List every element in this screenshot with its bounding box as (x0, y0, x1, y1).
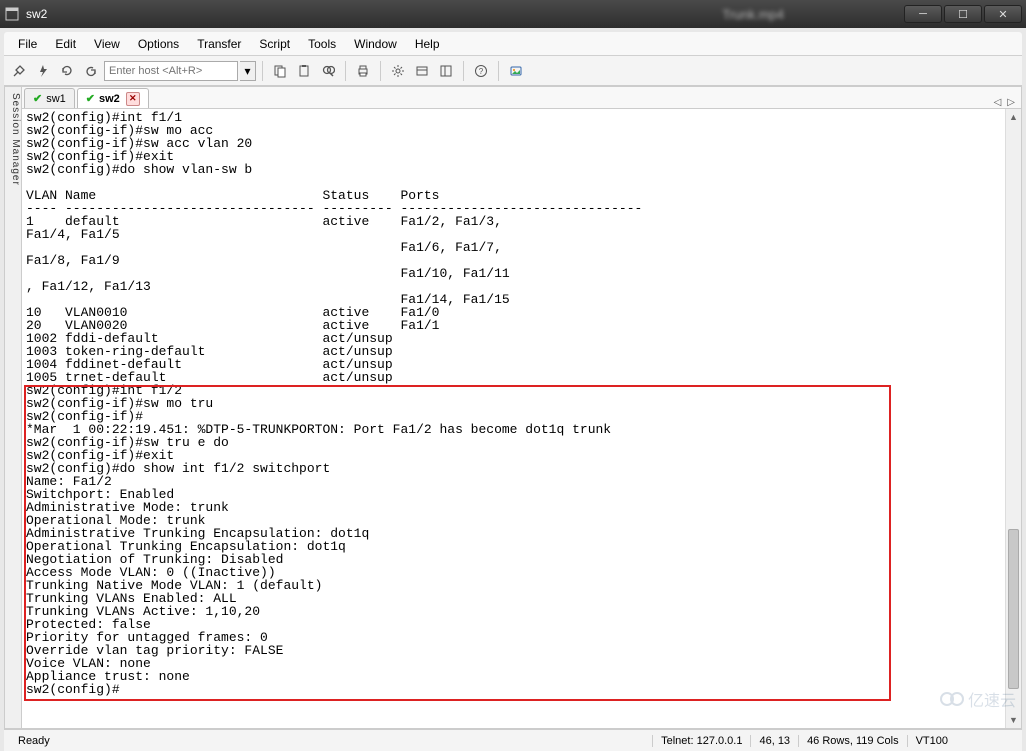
vertical-scrollbar[interactable]: ▲ ▼ (1005, 109, 1021, 728)
disconnect-icon[interactable] (80, 60, 102, 82)
title-bar: sw2 Trunk.mp4 ─ ☐ ✕ (0, 0, 1026, 28)
status-connection: Telnet: 127.0.0.1 (652, 735, 750, 747)
tab-sw2[interactable]: ✔ sw2 ✕ (77, 88, 149, 108)
menu-tools[interactable]: Tools (300, 35, 344, 53)
menu-bar: File Edit View Options Transfer Script T… (4, 32, 1022, 56)
quick-connect-icon[interactable] (32, 60, 54, 82)
host-input[interactable] (104, 61, 238, 81)
maximize-button[interactable]: ☐ (944, 5, 982, 23)
menu-window[interactable]: Window (346, 35, 405, 53)
svg-text:?: ? (479, 67, 484, 76)
minimize-button[interactable]: ─ (904, 5, 942, 23)
find-icon[interactable] (317, 60, 339, 82)
tab-next-icon[interactable]: ▷ (1007, 97, 1015, 108)
connect-icon[interactable] (8, 60, 30, 82)
tab-label: sw1 (46, 93, 66, 105)
check-icon: ✔ (33, 92, 42, 105)
menu-edit[interactable]: Edit (47, 35, 84, 53)
status-bar: Ready Telnet: 127.0.0.1 46, 13 46 Rows, … (4, 729, 1022, 751)
menu-transfer[interactable]: Transfer (189, 35, 249, 53)
menu-file[interactable]: File (10, 35, 45, 53)
scroll-thumb[interactable] (1008, 529, 1019, 689)
status-cursor: 46, 13 (750, 735, 798, 747)
toolbar: ▾ ? (4, 56, 1022, 86)
background-title: Trunk.mp4 (722, 7, 784, 22)
terminal-output[interactable]: sw2(config)#int f1/1 sw2(config-if)#sw m… (22, 109, 1021, 728)
scroll-up-icon[interactable]: ▲ (1006, 109, 1021, 125)
tab-close-icon[interactable]: ✕ (126, 92, 140, 106)
session-options-icon[interactable] (411, 60, 433, 82)
copy-icon[interactable] (269, 60, 291, 82)
tab-prev-icon[interactable]: ◁ (994, 97, 1002, 108)
paste-icon[interactable] (293, 60, 315, 82)
check-icon: ✔ (86, 92, 95, 105)
tab-sw1[interactable]: ✔ sw1 (24, 88, 75, 108)
menu-script[interactable]: Script (251, 35, 298, 53)
help-icon[interactable]: ? (470, 60, 492, 82)
trace-icon[interactable] (435, 60, 457, 82)
close-button[interactable]: ✕ (984, 5, 1022, 23)
screenshot-icon[interactable] (505, 60, 527, 82)
status-size: 46 Rows, 119 Cols (798, 735, 907, 747)
tab-strip: ✔ sw1 ✔ sw2 ✕ ◁ ▷ (22, 87, 1021, 109)
session-manager-panel[interactable]: Session Manager (4, 86, 22, 729)
menu-view[interactable]: View (86, 35, 128, 53)
tab-label: sw2 (99, 93, 120, 105)
tab-navigation: ◁ ▷ (988, 97, 1021, 108)
scroll-down-icon[interactable]: ▼ (1006, 712, 1021, 728)
menu-help[interactable]: Help (407, 35, 448, 53)
app-icon (4, 6, 20, 22)
reconnect-icon[interactable] (56, 60, 78, 82)
window-title: sw2 (26, 7, 722, 21)
status-emulation: VT100 (907, 735, 956, 747)
host-dropdown[interactable]: ▾ (240, 61, 256, 81)
status-ready: Ready (10, 735, 652, 747)
menu-options[interactable]: Options (130, 35, 187, 53)
settings-icon[interactable] (387, 60, 409, 82)
print-icon[interactable] (352, 60, 374, 82)
